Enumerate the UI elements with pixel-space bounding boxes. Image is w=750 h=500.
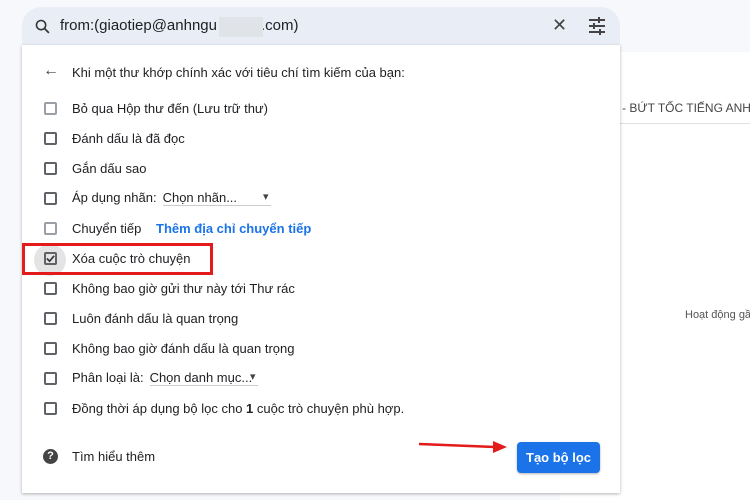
checkbox[interactable] [44, 371, 57, 385]
help-icon[interactable]: ? [43, 449, 58, 464]
option-label: Luôn đánh dấu là quan trọng [72, 310, 239, 326]
search-icon[interactable] [34, 18, 51, 35]
filter-option[interactable]: Chuyển tiếp Thêm địa chỉ chuyển tiếp [0, 213, 600, 243]
panel-header: Khi một thư khớp chính xác với tiêu chí … [72, 65, 405, 80]
filter-option[interactable]: Đánh dấu là đã đọc [0, 123, 600, 153]
annotation-box [22, 243, 213, 275]
option-label: Không bao giờ đánh dấu là quan trọng [72, 340, 295, 356]
checkbox[interactable] [44, 131, 57, 145]
option-label: Đánh dấu là đã đọc [72, 130, 185, 146]
filter-option[interactable]: Áp dụng nhãn: Chọn nhãn... [0, 183, 600, 213]
back-arrow-icon[interactable]: ← [43, 62, 59, 80]
checkbox[interactable] [44, 341, 57, 355]
filter-option[interactable]: Gắn dấu sao [0, 153, 600, 183]
annotation-arrow [418, 441, 507, 453]
option-label: Phân loại là: Chọn danh mục... [72, 370, 258, 386]
option-label: Áp dụng nhãn: Chọn nhãn... [72, 190, 271, 206]
close-icon[interactable]: ✕ [552, 15, 567, 36]
checkbox[interactable] [44, 161, 57, 175]
option-label: Bỏ qua Hộp thư đến (Lưu trữ thư) [72, 100, 268, 116]
add-forwarding-link[interactable]: Thêm địa chỉ chuyển tiếp [156, 221, 311, 236]
tune-icon[interactable] [588, 17, 606, 35]
search-bar[interactable]: from:(giaotiep@anhngu .com) ✕ [22, 7, 620, 45]
checkbox[interactable] [44, 281, 57, 295]
option-label: Không bao giờ gửi thư này tới Thư rác [72, 280, 295, 296]
checkbox[interactable] [44, 311, 57, 325]
checkbox[interactable] [44, 101, 57, 115]
also-apply-option[interactable]: Đồng thời áp dụng bộ lọc cho 1 cuộc trò … [0, 393, 600, 423]
filter-option[interactable]: Luôn đánh dấu là quan trọng [0, 303, 600, 333]
select-dropdown[interactable]: Chọn danh mục... [149, 370, 258, 386]
select-dropdown[interactable]: Chọn nhãn... [162, 190, 271, 206]
learn-more-link[interactable]: Tìm hiểu thêm [72, 449, 155, 464]
redaction [219, 17, 263, 37]
filter-option[interactable]: Phân loại là: Chọn danh mục... [0, 363, 600, 393]
checkbox[interactable] [44, 191, 57, 205]
option-label: Gắn dấu sao [72, 160, 147, 176]
checkbox[interactable] [44, 221, 57, 235]
filter-option[interactable]: Không bao giờ đánh dấu là quan trọng [0, 333, 600, 363]
mail-subject: - BỨT TỐC TIẾNG ANH C [622, 101, 750, 115]
create-filter-button[interactable]: Tạo bộ lọc [517, 442, 600, 473]
checkbox[interactable] [44, 401, 57, 415]
also-apply-label: Đồng thời áp dụng bộ lọc cho 1 cuộc trò … [72, 400, 405, 416]
option-label: Chuyển tiếp [72, 220, 142, 236]
filter-option[interactable]: Bỏ qua Hộp thư đến (Lưu trữ thư) [0, 93, 600, 123]
activity-text: Hoạt động gần [685, 309, 750, 321]
filter-option[interactable]: Không bao giờ gửi thư này tới Thư rác [0, 273, 600, 303]
